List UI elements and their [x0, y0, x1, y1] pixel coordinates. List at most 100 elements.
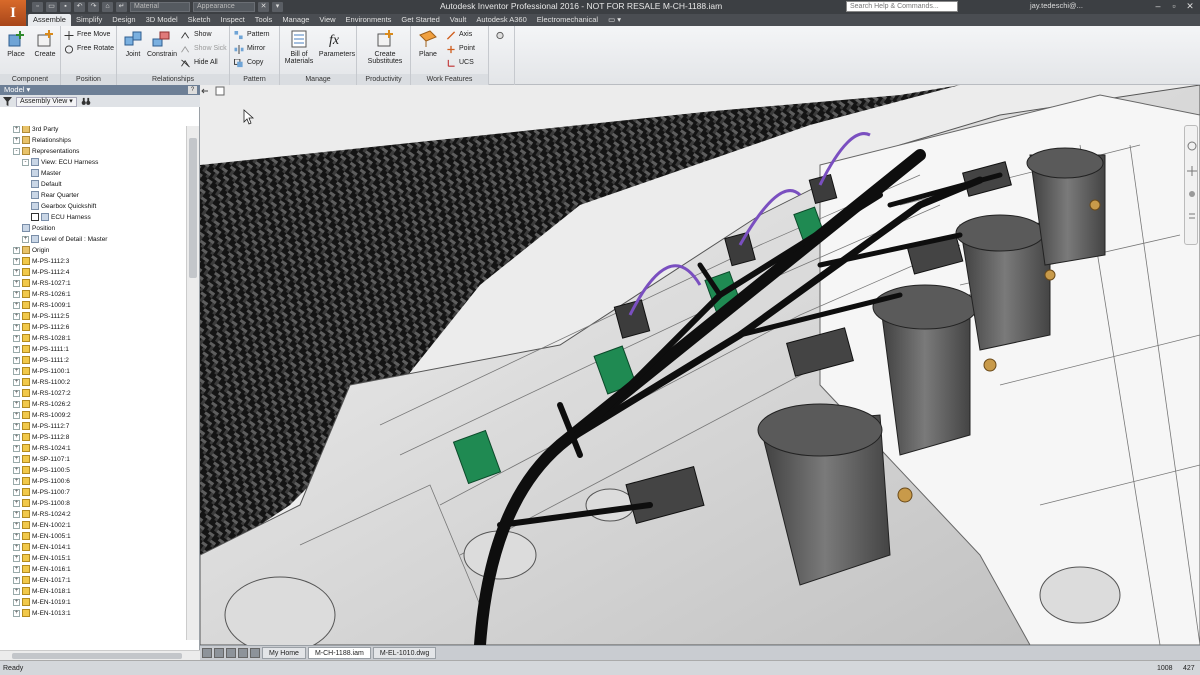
tree-item[interactable]: - View: ECU Harness: [22, 157, 98, 168]
help-search-input[interactable]: Search Help & Commands...: [846, 1, 958, 12]
expand-icon[interactable]: +: [13, 312, 20, 320]
tree-item[interactable]: + M-EN-1019:1: [13, 597, 71, 608]
tree-item[interactable]: Master: [31, 168, 61, 179]
ribbon-toggle-icon[interactable]: ▭ ▾: [603, 14, 626, 26]
tab-autodesk-a360[interactable]: Autodesk A360: [471, 14, 531, 26]
show-sick-button[interactable]: Show Sick: [181, 43, 227, 55]
tree-item[interactable]: + M-EN-1005:1: [13, 531, 71, 542]
expand-icon[interactable]: +: [13, 455, 20, 463]
tree-item[interactable]: + Origin: [13, 245, 49, 256]
tree-item[interactable]: ECU Harness: [31, 212, 91, 223]
tree-horizontal-scrollbar[interactable]: [0, 650, 200, 660]
expand-icon[interactable]: +: [13, 246, 20, 254]
new-icon[interactable]: ▫: [32, 2, 43, 12]
expand-icon[interactable]: +: [13, 433, 20, 441]
tree-item[interactable]: + M-RS-1026:2: [13, 399, 71, 410]
tree-item[interactable]: + M-RS-1027:1: [13, 278, 71, 289]
tree-item[interactable]: + M-PS-1112:6: [13, 322, 69, 333]
tree-item[interactable]: + M-RS-1026:1: [13, 289, 71, 300]
tree-item[interactable]: + M-PS-1100:6: [13, 476, 70, 487]
expand-icon[interactable]: +: [13, 400, 20, 408]
plane-button[interactable]: Plane: [414, 29, 442, 58]
return-icon[interactable]: ↵: [116, 2, 127, 12]
expand-icon[interactable]: +: [13, 411, 20, 419]
expand-icon[interactable]: +: [13, 521, 20, 529]
expand-icon[interactable]: +: [13, 510, 20, 518]
joint-button[interactable]: Joint: [119, 29, 147, 58]
tab-simplify[interactable]: Simplify: [71, 14, 107, 26]
minimize-icon[interactable]: –: [1150, 0, 1166, 13]
expand-icon[interactable]: +: [13, 466, 20, 474]
bill-of-materials-button[interactable]: Bill of Materials: [283, 29, 315, 65]
browser-title[interactable]: Model ▾: [0, 85, 200, 95]
tree-item[interactable]: + M-PS-1112:7: [13, 421, 69, 432]
expand-icon[interactable]: +: [13, 532, 20, 540]
expand-icon[interactable]: +: [13, 367, 20, 375]
cascade-icon[interactable]: [226, 648, 236, 658]
tab-vault[interactable]: Vault: [445, 14, 472, 26]
expand-icon[interactable]: +: [13, 543, 20, 551]
tree-item[interactable]: + M-RS-1009:2: [13, 410, 71, 421]
tab-inspect[interactable]: Inspect: [216, 14, 250, 26]
component-panel-label[interactable]: Component: [0, 74, 60, 85]
expand-icon[interactable]: +: [13, 268, 20, 276]
tree-item[interactable]: + M-PS-1100:5: [13, 465, 70, 476]
place-button[interactable]: Place: [2, 29, 30, 58]
expand-icon[interactable]: +: [13, 323, 20, 331]
tree-item[interactable]: + M-RS-1028:1: [13, 333, 71, 344]
tree-item[interactable]: + M-PS-1112:3: [13, 256, 69, 267]
tile-vertical-icon[interactable]: [214, 648, 224, 658]
collapse-icon[interactable]: -: [13, 147, 20, 155]
pattern-panel-label[interactable]: Pattern: [230, 74, 279, 85]
expand-icon[interactable]: +: [13, 576, 20, 584]
expand-icon[interactable]: +: [13, 389, 20, 397]
tree-item[interactable]: +3rd Party: [13, 126, 58, 135]
tab-view[interactable]: View: [314, 14, 340, 26]
close-icon[interactable]: ✕: [1182, 0, 1198, 13]
expand-icon[interactable]: +: [13, 301, 20, 309]
expand-icon[interactable]: +: [13, 554, 20, 562]
graphics-viewport[interactable]: [200, 85, 1200, 645]
expand-icon[interactable]: +: [13, 444, 20, 452]
tree-item[interactable]: Position: [22, 223, 55, 234]
relationships-panel-label[interactable]: Relationships: [117, 74, 229, 85]
clear-override-icon[interactable]: ✕: [258, 2, 269, 12]
tree-item[interactable]: + M-EN-1018:1: [13, 586, 71, 597]
tree-item[interactable]: + M-EN-1017:1: [13, 575, 71, 586]
expand-icon[interactable]: +: [13, 565, 20, 573]
tree-item[interactable]: + M-PS-1100:1: [13, 366, 70, 377]
tree-item[interactable]: + M-EN-1015:1: [13, 553, 71, 564]
tree-item[interactable]: + M-PS-1111:2: [13, 355, 69, 366]
expand-icon[interactable]: +: [13, 378, 20, 386]
ucs-button[interactable]: UCS: [446, 57, 474, 69]
tile-horizontal-icon[interactable]: [202, 648, 212, 658]
expand-icon[interactable]: +: [13, 290, 20, 298]
tab-assemble[interactable]: Assemble: [28, 14, 71, 26]
tree-item[interactable]: + M-PS-1100:7: [13, 487, 70, 498]
parameters-button[interactable]: fx Parameters: [318, 29, 356, 58]
appearance-dropdown[interactable]: Appearance: [193, 2, 255, 12]
tab-get-started[interactable]: Get Started: [396, 14, 444, 26]
tree-item[interactable]: Default: [31, 179, 62, 190]
expand-icon[interactable]: +: [13, 587, 20, 595]
tree-item[interactable]: + Level of Detail : Master: [22, 234, 107, 245]
point-button[interactable]: Point: [446, 43, 475, 55]
free-move-button[interactable]: Free Move: [64, 29, 110, 41]
tab-environments[interactable]: Environments: [341, 14, 397, 26]
expand-icon[interactable]: +: [13, 257, 20, 265]
expand-icon[interactable]: +: [13, 422, 20, 430]
tree-item[interactable]: + M-EN-1014:1: [13, 542, 71, 553]
tree-item[interactable]: Gearbox Quickshift: [31, 201, 96, 212]
tab-my-home[interactable]: My Home: [262, 647, 306, 659]
tree-item[interactable]: + M-PS-1111:1: [13, 344, 69, 355]
hide-all-button[interactable]: Hide All: [181, 57, 218, 69]
filter-icon[interactable]: [3, 97, 12, 106]
expand-icon[interactable]: +: [13, 499, 20, 507]
tab-m-ch-1188[interactable]: M-CH-1188.iam: [307, 647, 371, 659]
expand-icon[interactable]: +: [13, 136, 20, 144]
tree-item[interactable]: + M-PS-1112:8: [13, 432, 69, 443]
tree-hscroll-thumb[interactable]: [12, 653, 182, 659]
open-icon[interactable]: ▭: [46, 2, 57, 12]
expand-icon[interactable]: +: [13, 488, 20, 496]
binoculars-icon[interactable]: [81, 97, 91, 106]
